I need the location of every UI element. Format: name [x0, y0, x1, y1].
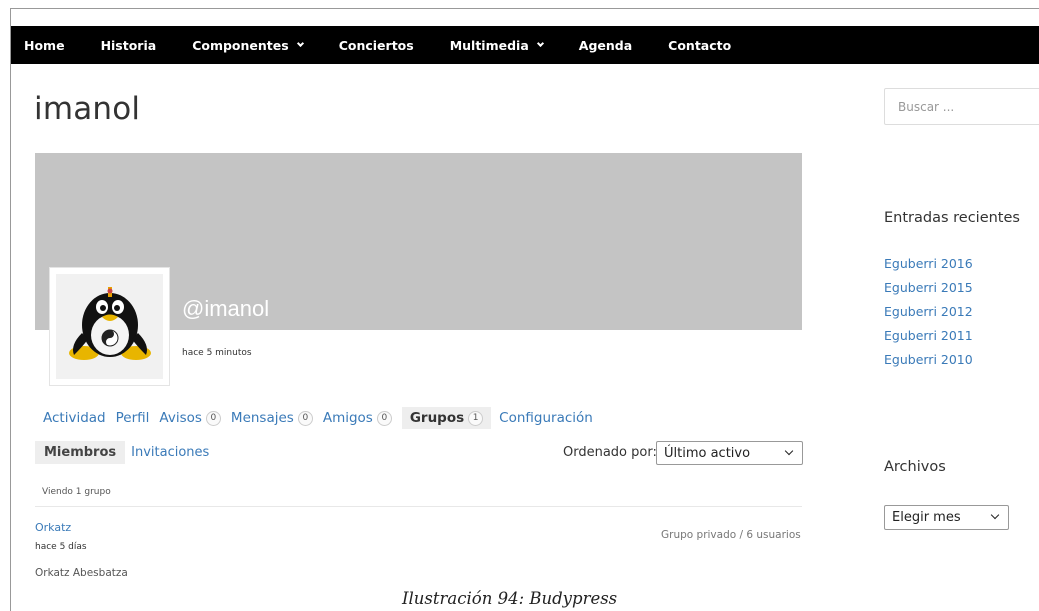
viewing-count: Viendo 1 grupo: [42, 487, 111, 497]
chevron-down-icon: [990, 510, 1000, 520]
archives-select-value: Elegir mes: [892, 510, 961, 525]
tab-grupos[interactable]: Grupos 1: [401, 407, 492, 429]
group-subtabs: Miembros Invitaciones: [35, 441, 215, 464]
count-badge: 0: [205, 410, 221, 426]
chevron-down-icon: [296, 39, 304, 47]
last-active-text: hace 5 minutos: [182, 348, 252, 358]
count-badge: 1: [468, 410, 484, 426]
browser-frame: Home Historia Componentes Conciertos Mul…: [10, 8, 1039, 611]
count-badge: 0: [297, 410, 313, 426]
recent-post-link[interactable]: Eguberri 2011: [884, 328, 973, 352]
tab-avisos[interactable]: Avisos 0: [159, 410, 221, 426]
archives-title: Archivos: [884, 459, 946, 475]
group-type-meta: Grupo privado / 6 usuarios: [661, 529, 801, 541]
tab-configuracion[interactable]: Configuración: [499, 410, 593, 426]
recent-post-link[interactable]: Eguberri 2010: [884, 352, 973, 376]
order-select[interactable]: Último activo: [656, 441, 803, 465]
group-description: Orkatz Abesbatza: [35, 567, 128, 579]
nav-contacto[interactable]: Contacto: [668, 38, 731, 53]
archives-select[interactable]: Elegir mes: [884, 505, 1009, 530]
tab-mensajes[interactable]: Mensajes 0: [231, 410, 313, 426]
recent-post-link[interactable]: Eguberri 2012: [884, 304, 973, 328]
subtab-invitaciones[interactable]: Invitaciones: [131, 445, 209, 460]
tab-actividad[interactable]: Actividad: [43, 410, 106, 426]
recent-posts-title: Entradas recientes: [884, 210, 1020, 226]
tab-amigos[interactable]: Amigos 0: [323, 410, 392, 426]
nav-agenda[interactable]: Agenda: [579, 38, 632, 53]
chevron-down-icon: [536, 39, 544, 47]
order-select-value: Último activo: [664, 445, 751, 461]
nav-historia[interactable]: Historia: [101, 38, 157, 53]
search-input[interactable]: Buscar ...: [884, 88, 1039, 125]
tux-penguin-avatar-icon: [56, 274, 163, 379]
count-badge: 0: [376, 410, 392, 426]
avatar[interactable]: [49, 267, 170, 386]
group-last-active: hace 5 días: [35, 542, 87, 552]
nav-home[interactable]: Home: [24, 38, 65, 53]
page-title: imanol: [34, 91, 141, 127]
subtab-miembros[interactable]: Miembros: [35, 441, 126, 464]
tab-perfil[interactable]: Perfil: [116, 410, 150, 426]
group-link-orkatz[interactable]: Orkatz: [35, 521, 71, 534]
figure-caption: Ilustración 94: Budypress: [402, 589, 618, 608]
nav-multimedia[interactable]: Multimedia: [450, 38, 544, 53]
nav-componentes[interactable]: Componentes: [192, 38, 304, 53]
profile-handle: @imanol: [182, 296, 270, 321]
order-label: Ordenado por:: [563, 445, 657, 460]
recent-post-link[interactable]: Eguberri 2016: [884, 256, 973, 280]
nav-conciertos[interactable]: Conciertos: [339, 38, 414, 53]
recent-post-link[interactable]: Eguberri 2015: [884, 280, 973, 304]
divider: [35, 506, 802, 507]
profile-tabs: Actividad Perfil Avisos 0 Mensajes 0 Amigo…: [43, 407, 603, 429]
recent-posts-list: Eguberri 2016 Eguberri 2015 Eguberri 201…: [884, 256, 973, 376]
main-navbar: Home Historia Componentes Conciertos Mul…: [11, 26, 1039, 64]
chevron-down-icon: [784, 446, 794, 456]
